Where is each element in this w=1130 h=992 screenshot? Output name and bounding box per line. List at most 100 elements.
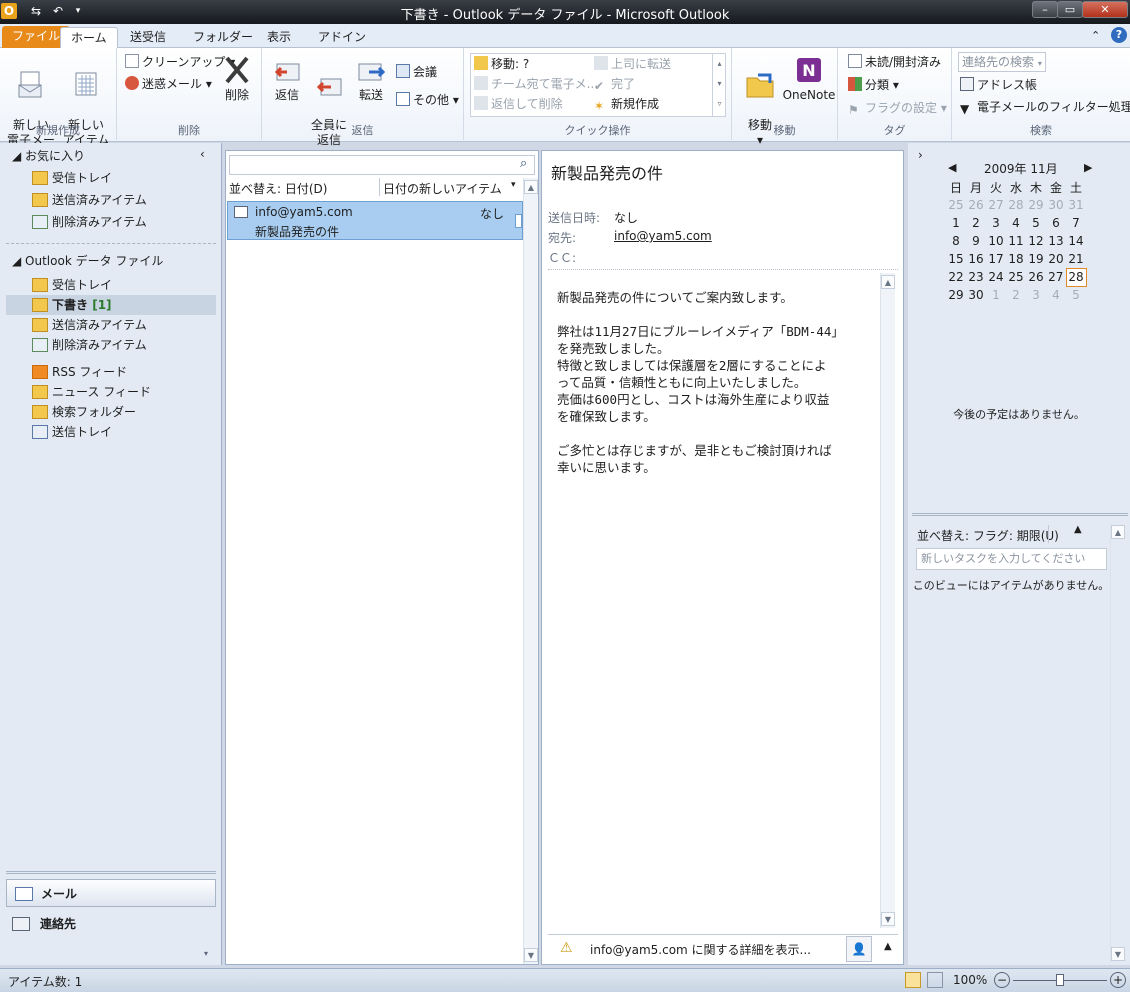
list-scroll-up[interactable]: ▲ bbox=[524, 180, 538, 194]
forward-button[interactable]: 転送 bbox=[352, 54, 390, 103]
calendar-day[interactable]: 26 bbox=[1026, 268, 1046, 286]
qs-gallery-scroll[interactable]: ▴ ▾ ▿ bbox=[712, 54, 726, 116]
task-scrollbar[interactable]: ▲ ▼ bbox=[1110, 523, 1125, 963]
calendar-day[interactable]: 20 bbox=[1046, 250, 1066, 268]
to-address-link[interactable]: info@yam5.com bbox=[614, 229, 712, 243]
list-scrollbar[interactable]: ▲ ▼ bbox=[523, 178, 538, 964]
flag-box[interactable] bbox=[515, 214, 522, 228]
calendar-day[interactable]: 12 bbox=[1026, 232, 1046, 250]
close-button[interactable]: ✕ bbox=[1082, 1, 1128, 18]
calendar-day[interactable]: 17 bbox=[986, 250, 1006, 268]
followup-button[interactable]: ⚑ フラグの設定 ▾ bbox=[848, 98, 947, 118]
prev-month-button[interactable]: ◀ bbox=[948, 161, 956, 174]
help-icon[interactable]: ? bbox=[1111, 27, 1127, 43]
list-scroll-down[interactable]: ▼ bbox=[524, 948, 538, 962]
calendar-day[interactable]: 23 bbox=[966, 268, 986, 286]
zoom-in-button[interactable]: + bbox=[1110, 972, 1126, 988]
reply-button[interactable]: 返信 bbox=[268, 54, 306, 103]
task-sort-collapse-icon[interactable]: ▲ bbox=[1074, 524, 1082, 535]
people-pane-expand-icon[interactable]: ▲ bbox=[884, 941, 892, 952]
maximize-button[interactable]: ▭ bbox=[1057, 1, 1083, 18]
filter-email-button[interactable]: ▼ 電子メールのフィルター処理 ▾ bbox=[960, 97, 1130, 117]
tab-folder[interactable]: フォルダー bbox=[183, 27, 263, 48]
nav-contacts-button[interactable]: 連絡先 bbox=[6, 910, 216, 938]
calendar-day[interactable]: 7 bbox=[1066, 214, 1086, 232]
qs-reply-delete-button[interactable]: 返信して削除 bbox=[474, 94, 563, 114]
calendar-day[interactable]: 30 bbox=[1046, 196, 1066, 214]
delete-button[interactable]: 削除 bbox=[217, 54, 257, 103]
fav-inbox[interactable]: 受信トレイ bbox=[6, 168, 216, 188]
calendar-day[interactable]: 3 bbox=[1026, 286, 1046, 304]
calendar-day[interactable]: 2 bbox=[1006, 286, 1026, 304]
calendar-day[interactable]: 1 bbox=[986, 286, 1006, 304]
reading-scroll-down[interactable]: ▼ bbox=[881, 912, 895, 926]
unread-button[interactable]: 未読/開封済み bbox=[848, 52, 941, 72]
calendar-day[interactable]: 27 bbox=[986, 196, 1006, 214]
folder-news[interactable]: ニュース フィード bbox=[6, 382, 216, 402]
calendar-day[interactable]: 3 bbox=[986, 214, 1006, 232]
calendar-day[interactable]: 14 bbox=[1066, 232, 1086, 250]
calendar-day[interactable]: 25 bbox=[946, 196, 966, 214]
search-input[interactable] bbox=[229, 155, 535, 175]
normal-view-icon[interactable] bbox=[905, 972, 921, 988]
calendar-day[interactable]: 25 bbox=[1006, 268, 1026, 286]
calendar-day[interactable]: 5 bbox=[1066, 286, 1086, 304]
calendar-day[interactable]: 10 bbox=[986, 232, 1006, 250]
calendar-day[interactable]: 15 bbox=[946, 250, 966, 268]
folder-deleted[interactable]: 削除済みアイテム bbox=[6, 335, 216, 355]
task-scroll-up[interactable]: ▲ bbox=[1111, 525, 1125, 539]
folder-outbox[interactable]: 送信トレイ bbox=[6, 422, 216, 442]
tab-addins[interactable]: アドイン bbox=[308, 27, 376, 48]
message-row[interactable]: info@yam5.com なし 新製品発売の件 bbox=[227, 201, 523, 240]
tab-home[interactable]: ホーム bbox=[60, 27, 118, 48]
tab-send-receive[interactable]: 送受信 bbox=[120, 27, 176, 48]
reading-scrollbar[interactable]: ▲ ▼ bbox=[880, 273, 895, 928]
zoom-slider-thumb[interactable] bbox=[1056, 974, 1064, 986]
qs-to-manager-button[interactable]: 上司に転送 bbox=[594, 54, 671, 74]
reading-view-icon[interactable] bbox=[927, 972, 943, 988]
todo-collapse-icon[interactable]: › bbox=[918, 148, 923, 162]
calendar-day[interactable]: 8 bbox=[946, 232, 966, 250]
calendar-day[interactable]: 5 bbox=[1026, 214, 1046, 232]
calendar-day[interactable]: 4 bbox=[1006, 214, 1026, 232]
contact-photo-icon[interactable]: 👤 bbox=[846, 936, 872, 962]
task-scroll-down[interactable]: ▼ bbox=[1111, 947, 1125, 961]
collapse-nav-icon[interactable]: ‹ bbox=[200, 147, 205, 161]
task-sort-button[interactable]: 並べ替え: フラグ: 期限(U) bbox=[917, 527, 1059, 544]
calendar-day[interactable]: 1 bbox=[946, 214, 966, 232]
calendar-day[interactable]: 24 bbox=[986, 268, 1006, 286]
junk-button[interactable]: 迷惑メール ▾ bbox=[125, 74, 212, 94]
calendar-day[interactable]: 4 bbox=[1046, 286, 1066, 304]
calendar-day[interactable]: 18 bbox=[1006, 250, 1026, 268]
address-book-button[interactable]: アドレス帳 bbox=[960, 75, 1037, 95]
calendar-day[interactable]: 11 bbox=[1006, 232, 1026, 250]
qs-team-button[interactable]: チーム宛て電子メ... bbox=[474, 74, 598, 94]
calendar-day[interactable]: 30 bbox=[966, 286, 986, 304]
calendar-day[interactable]: 28 bbox=[1006, 196, 1026, 214]
calendar-day[interactable]: 27 bbox=[1046, 268, 1066, 286]
calendar-day[interactable]: 19 bbox=[1026, 250, 1046, 268]
zoom-level[interactable]: 100% bbox=[953, 973, 987, 987]
meeting-button[interactable]: 会議 bbox=[396, 62, 437, 82]
ribbon-minimize-icon[interactable]: ⌃ bbox=[1091, 29, 1100, 42]
calendar-day[interactable]: 22 bbox=[946, 268, 966, 286]
data-file-header[interactable]: ◢ Outlook データ ファイル bbox=[12, 252, 163, 270]
calendar-day[interactable]: 29 bbox=[1026, 196, 1046, 214]
calendar-day[interactable]: 29 bbox=[946, 286, 966, 304]
folder-search[interactable]: 検索フォルダー bbox=[6, 402, 216, 422]
categorize-button[interactable]: 分類 ▾ bbox=[848, 75, 899, 95]
nav-mail-button[interactable]: メール bbox=[6, 879, 216, 907]
sort-by-button[interactable]: 並べ替え: 日付(D) bbox=[229, 180, 327, 197]
sort-order-chevron-icon[interactable]: ▾ bbox=[511, 180, 516, 190]
folder-inbox[interactable]: 受信トレイ bbox=[6, 275, 216, 295]
calendar-day[interactable]: 26 bbox=[966, 196, 986, 214]
new-task-input[interactable]: 新しいタスクを入力してください bbox=[916, 548, 1107, 570]
sort-order-button[interactable]: 日付の新しいアイテム bbox=[383, 180, 502, 197]
folder-drafts[interactable]: 下書き [1] bbox=[6, 295, 216, 315]
fav-sent[interactable]: 送信済みアイテム bbox=[6, 190, 216, 210]
calendar-day[interactable]: 2 bbox=[966, 214, 986, 232]
tab-view[interactable]: 表示 bbox=[257, 27, 301, 48]
calendar-day[interactable]: 21 bbox=[1066, 250, 1086, 268]
favorites-header[interactable]: ◢ お気に入り bbox=[12, 147, 85, 165]
nav-splitter[interactable] bbox=[6, 871, 216, 874]
